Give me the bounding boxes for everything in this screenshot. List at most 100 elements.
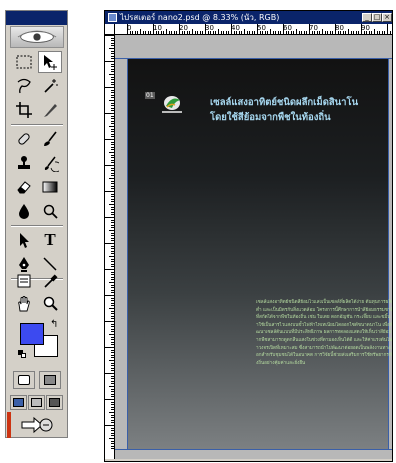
ruler-tick	[111, 214, 114, 216]
marquee-tool-icon[interactable]	[12, 51, 36, 73]
ruler-tick	[111, 84, 114, 86]
move-tool-icon[interactable]	[38, 51, 62, 73]
ruler-tick	[111, 66, 114, 68]
zoom-tool-icon[interactable]	[38, 293, 62, 315]
ruler-tick	[111, 430, 114, 432]
brush-tool-icon[interactable]	[38, 128, 62, 150]
ruler-tick	[109, 204, 114, 205]
minimize-button[interactable]: _	[362, 13, 372, 22]
ruler-tick	[111, 206, 114, 208]
ruler-tick	[111, 367, 114, 369]
guide-line[interactable]	[115, 449, 392, 450]
ruler-tick	[140, 29, 141, 34]
ruler-tick	[111, 406, 114, 408]
ruler-tick	[105, 139, 114, 140]
ruler-tick	[176, 31, 178, 34]
ruler-tick	[311, 31, 313, 34]
ruler-tick	[111, 287, 114, 289]
accent-strip	[7, 412, 11, 438]
ruler-tick	[111, 170, 114, 172]
blur-tool-icon[interactable]	[12, 200, 36, 222]
lasso-tool-icon[interactable]	[12, 75, 36, 97]
path-selection-tool-icon[interactable]	[12, 229, 36, 251]
ruler-tick	[111, 331, 114, 333]
ruler-tick	[111, 258, 114, 260]
magic-wand-tool-icon[interactable]	[38, 75, 62, 97]
ruler-tick	[353, 31, 355, 34]
document-app-icon	[108, 13, 117, 22]
ruler-tick	[111, 120, 114, 122]
default-colors-icon[interactable]	[18, 350, 26, 358]
ruler-tick	[340, 31, 342, 34]
ruler-tick	[231, 24, 232, 34]
ruler-tick	[111, 154, 114, 156]
swap-colors-icon[interactable]: ↰	[50, 320, 58, 330]
ruler-tick	[111, 448, 114, 450]
notes-tool-icon[interactable]	[12, 270, 36, 292]
ruler-tick	[111, 404, 114, 406]
ruler-tick	[142, 31, 144, 34]
canvas-area[interactable]: 01 เซลล์แสงอาทิตย์ชนิดผลึกเม็ดสินาโน โดย…	[115, 35, 392, 461]
ruler-tick	[283, 24, 284, 34]
document-titlebar[interactable]: ไปรสเตอร์ nano2.psd @ 8.33% (นัว, RGB) _…	[105, 11, 392, 24]
standard-screen-mode-button[interactable]	[10, 395, 27, 410]
crop-tool-icon[interactable]	[12, 99, 36, 121]
jump-to-imageready-icon[interactable]	[20, 415, 54, 435]
ruler-tick	[111, 375, 114, 377]
slice-tool-icon[interactable]	[38, 99, 62, 121]
ruler-tick	[324, 31, 326, 34]
ruler-tick	[111, 383, 114, 385]
ruler-tick	[233, 31, 235, 34]
ruler-tick	[366, 31, 368, 34]
full-screen-menu-icon	[31, 398, 42, 407]
eraser-tool-icon[interactable]	[12, 176, 36, 198]
foreground-color-swatch[interactable]	[20, 323, 44, 345]
standard-mode-button[interactable]	[13, 371, 35, 389]
clone-stamp-tool-icon[interactable]	[12, 152, 36, 174]
photoshop-logo-icon[interactable]	[10, 26, 64, 48]
ruler-tick	[288, 31, 290, 34]
eyedropper-tool-icon[interactable]	[38, 270, 62, 292]
ruler-tick	[105, 243, 114, 244]
horizontal-ruler[interactable]: 0 10 20 30 40 50 60 70 80 90	[115, 24, 392, 35]
ruler-tick	[379, 31, 381, 34]
ruler-origin[interactable]	[105, 24, 115, 35]
ruler-tick	[111, 185, 114, 187]
full-screen-menu-mode-button[interactable]	[28, 395, 45, 410]
ruler-tick	[132, 31, 134, 34]
poster-canvas[interactable]: 01 เซลล์แสงอาทิตย์ชนิดผลึกเม็ดสินาโน โดย…	[127, 59, 392, 449]
ruler-tick	[111, 211, 114, 213]
ruler-tick	[225, 31, 227, 34]
quick-mask-mode-button[interactable]	[39, 371, 61, 389]
ruler-tick	[105, 321, 114, 322]
horizontal-scrollbar[interactable]	[105, 459, 392, 461]
close-button[interactable]: ×	[382, 13, 392, 22]
ruler-tick	[303, 31, 305, 34]
ruler-tick	[111, 94, 114, 96]
ruler-tick	[111, 240, 114, 242]
ruler-tick	[109, 126, 114, 127]
toolbox-separator	[11, 124, 63, 126]
hand-tool-icon[interactable]	[12, 293, 36, 315]
ruler-tick	[361, 24, 362, 34]
type-tool-glyph: T	[44, 230, 56, 249]
ruler-tick	[186, 31, 188, 34]
ruler-tick	[111, 196, 114, 198]
ruler-tick	[109, 334, 114, 335]
ruler-tick	[374, 29, 375, 34]
dodge-tool-icon[interactable]	[38, 200, 62, 222]
ruler-tick	[111, 388, 114, 390]
toolbox-titlebar[interactable]	[6, 11, 67, 25]
ruler-tick	[134, 31, 136, 34]
history-brush-tool-icon[interactable]	[38, 152, 62, 174]
type-tool-icon[interactable]: T	[38, 229, 62, 251]
vertical-ruler[interactable]	[105, 35, 115, 461]
gradient-tool-icon[interactable]	[38, 176, 62, 198]
ruler-tick	[150, 31, 152, 34]
healing-brush-tool-icon[interactable]	[12, 128, 36, 150]
ruler-tick	[381, 31, 383, 34]
ruler-tick	[105, 113, 114, 114]
full-screen-mode-button[interactable]	[46, 395, 63, 410]
maximize-button[interactable]: □	[372, 13, 382, 22]
ruler-tick	[184, 31, 186, 34]
